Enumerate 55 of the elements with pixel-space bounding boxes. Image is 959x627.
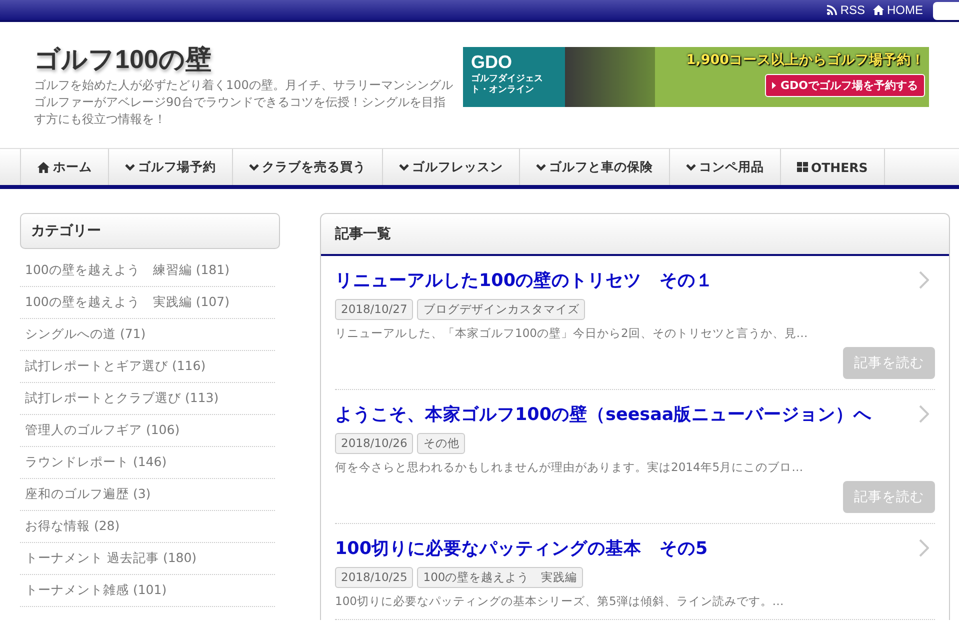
category-tag[interactable]: その他 <box>417 433 466 454</box>
category-link[interactable]: 試打レポートとクラブ選び (113) <box>20 383 275 415</box>
banner-logo-text: ゴルフダイジェスト・オンライン <box>471 74 544 96</box>
article-title[interactable]: 100切りに必要なパッティングの基本 その5 <box>335 536 708 560</box>
category-link[interactable]: 管理人のゴルフギア (106) <box>20 415 275 447</box>
category-link[interactable]: トーナメント 過去記事 (180) <box>20 543 275 575</box>
category-link[interactable]: 100の壁を越えよう 練習編 (181) <box>20 255 275 287</box>
chevron-down-icon <box>686 164 696 170</box>
search-field[interactable] <box>933 2 959 20</box>
category-link[interactable]: トーナメント雑感 (101) <box>20 575 275 607</box>
article-title[interactable]: リニューアルした100の壁のトリセツ その１ <box>335 268 714 292</box>
category-link[interactable]: お得な情報 (28) <box>20 511 275 543</box>
nav-item[interactable]: ゴルフと車の保険 <box>519 149 669 185</box>
site-title[interactable]: ゴルフ100の壁 <box>34 44 455 74</box>
chevron-down-icon <box>536 164 546 170</box>
sidebar-heading: カテゴリー <box>20 213 280 249</box>
article-excerpt: リニューアルした、「本家ゴルフ100の壁」今日から2回、そのトリセツと言うか、見… <box>335 326 809 341</box>
chevron-right-icon[interactable] <box>919 539 929 557</box>
article-title[interactable]: ようこそ、本家ゴルフ100の壁（seesaa版ニューバージョン）へ <box>335 402 872 426</box>
nav-item[interactable]: ゴルフ場予約 <box>108 149 232 185</box>
category-tag[interactable]: ブログデザインカスタマイズ <box>417 299 586 320</box>
category-link[interactable]: 100の壁を越えよう 実践編 (107) <box>20 287 275 319</box>
chevron-down-icon <box>125 164 135 170</box>
chevron-right-icon[interactable] <box>919 271 929 289</box>
nav-item[interactable]: クラブを売る買う <box>232 149 382 185</box>
nav-item[interactable]: ゴルフレッスン <box>382 149 519 185</box>
chevron-down-icon <box>399 164 409 170</box>
nav-item[interactable]: ホーム <box>20 149 108 185</box>
nav-item[interactable]: OTHERS <box>780 149 885 185</box>
chevron-right-icon[interactable] <box>919 405 929 423</box>
top-link[interactable]: RSS <box>827 3 865 17</box>
nav-item[interactable]: コンペ用品 <box>669 149 780 185</box>
home-icon <box>873 5 884 15</box>
top-link[interactable]: HOME <box>873 3 923 17</box>
category-tag[interactable]: 100の壁を越えよう 実践編 <box>417 567 584 588</box>
article-excerpt: 100切りに必要なパッティングの基本シリーズ、第5弾は傾斜、ライン読みです。… <box>335 594 785 609</box>
category-link[interactable]: 座和のゴルフ遍歴 (3) <box>20 479 275 511</box>
banner-headline: 1,900コース以上からゴルフ場予約！ <box>686 51 925 69</box>
category-link[interactable]: ラウンドレポート (146) <box>20 447 275 479</box>
rss-icon <box>827 5 838 15</box>
chevron-down-icon <box>249 164 259 170</box>
category-link[interactable]: シングルへの道 (71) <box>20 319 275 351</box>
panel-heading: 記事一覧 <box>321 214 949 256</box>
article-excerpt: 何を今さらと思われるかもしれませんが理由があります。実は2014年5月にこのブロ… <box>335 460 804 475</box>
caret-icon <box>772 82 776 89</box>
date-tag: 2018/10/25 <box>335 567 414 588</box>
banner-logo: GDO <box>471 52 514 72</box>
category-link[interactable]: 試打レポートとギア選び (116) <box>20 351 275 383</box>
date-tag: 2018/10/26 <box>335 433 414 454</box>
home-icon <box>37 162 50 172</box>
date-tag: 2018/10/27 <box>335 299 414 320</box>
banner-button: GDOでゴルフ場を予約する <box>765 74 925 97</box>
ad-banner[interactable]: GDO ゴルフダイジェスト・オンライン 1,900コース以上からゴルフ場予約！ GDOでゴルフ場を予約する <box>463 47 929 107</box>
site-description: ゴルフを始めた人が必ずたどり着く100の壁。月イチ、サラリーマンシングルゴルファーがアベレージ90台でラウンドできるコツを伝授！シングルを目指す方にも役立つ情報を！ <box>34 77 454 128</box>
grid-icon <box>797 162 808 172</box>
